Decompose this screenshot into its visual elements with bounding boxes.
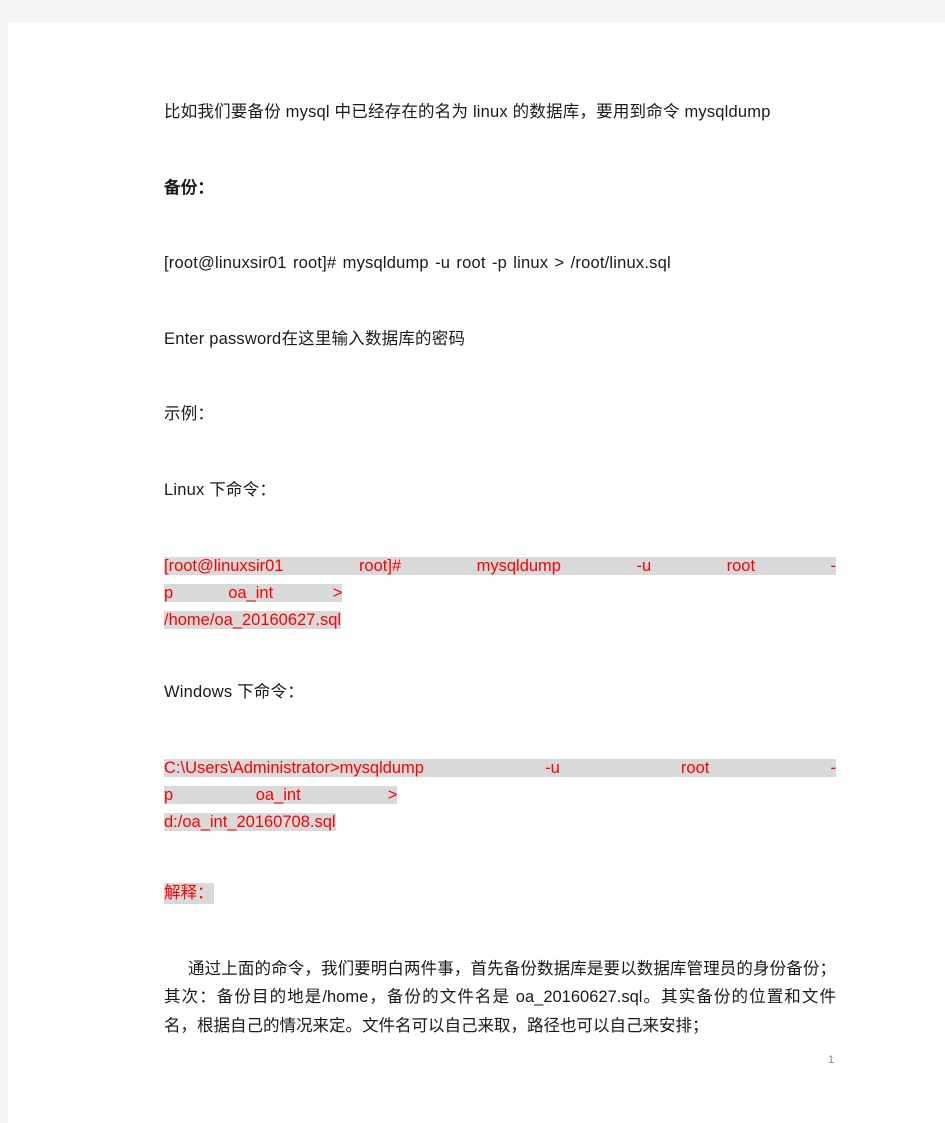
paragraph-intro: 比如我们要备份 mysql 中已经存在的名为 linux 的数据库，要用到命令 … [164, 103, 771, 121]
document-page: 比如我们要备份 mysql 中已经存在的名为 linux 的数据库，要用到命令 … [8, 22, 945, 1123]
label-linux-command: Linux 下命令： [164, 480, 277, 499]
linux-command-token-7: > [332, 584, 343, 603]
label-example: 示例： [164, 405, 215, 424]
windows-command-token-4: oa_int [255, 785, 301, 804]
document-content: 比如我们要备份 mysql 中已经存在的名为 linux 的数据库，要用到命令 … [164, 100, 836, 1040]
heading-backup: 备份： [164, 178, 215, 197]
windows-command-wrapped: d:/oa_int_20160708.sql [164, 812, 336, 831]
linux-command-wrapped: /home/oa_20160627.sql [164, 610, 342, 629]
windows-command-token-2: root [680, 759, 710, 778]
explain-label-text: 解释： [164, 883, 214, 905]
linux-command-token-4: root [726, 557, 756, 576]
linux-command-token-6: oa_int [228, 584, 274, 603]
windows-command-token-5: > [387, 785, 398, 804]
linux-command-token-0: [root@linuxsir01 [164, 557, 284, 576]
windows-command-token-1: -u [545, 759, 560, 778]
linux-command-token-2: mysqldump [476, 557, 561, 576]
linux-command-block: [root@linuxsir01 root]# mysqldump -u roo… [164, 553, 836, 633]
linux-command-token-3: -u [636, 557, 652, 576]
windows-command-block: C:\Users\Administrator>mysqldump -u root… [164, 755, 836, 835]
paragraph-backup-command: [root@linuxsir01 root]# mysqldump -u roo… [164, 254, 671, 273]
page-number: 1 [828, 1054, 835, 1066]
windows-command-token-0: C:\Users\Administrator>mysqldump [164, 759, 424, 778]
paragraph-explanation: 通过上面的命令，我们要明白两件事，首先备份数据库是要以数据库管理员的身份备份；其… [164, 959, 836, 1035]
label-explanation: 解释： [164, 881, 836, 907]
linux-command-token-1: root]# [358, 557, 402, 576]
label-windows-command: Windows 下命令： [164, 682, 304, 701]
paragraph-enter-password: Enter password在这里输入数据库的密码 [164, 329, 466, 348]
